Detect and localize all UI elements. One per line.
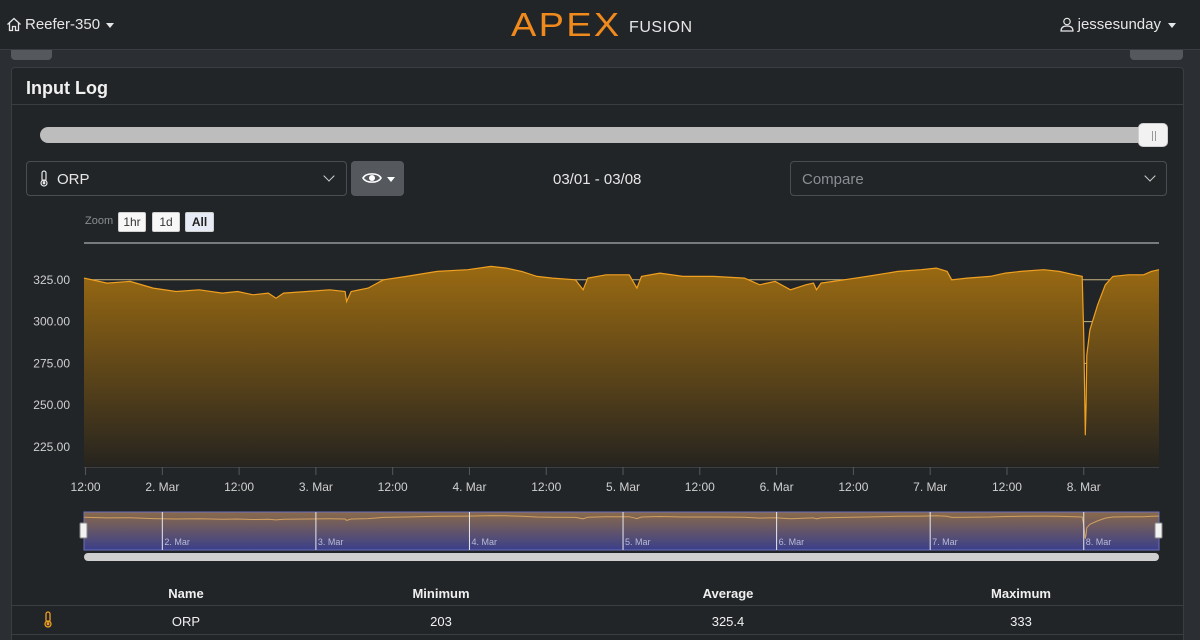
thermometer-icon	[40, 170, 48, 187]
x-tick-label: 4. Mar	[452, 480, 486, 494]
stats-header-maximum: Maximum	[991, 586, 1051, 601]
panel-title: Input Log	[26, 78, 108, 98]
x-tick-label: 12:00	[685, 480, 715, 494]
compare-select[interactable]: Compare	[790, 161, 1167, 196]
navigator-tick-label: 7. Mar	[932, 537, 958, 547]
x-tick-label: 12:00	[992, 480, 1022, 494]
input-select-value: ORP	[57, 171, 90, 188]
y-tick-label: 325.00	[33, 273, 70, 287]
x-tick-label: 3. Mar	[299, 480, 333, 494]
thermometer-icon	[44, 611, 52, 628]
visibility-toggle-button[interactable]	[351, 161, 404, 196]
y-tick-label: 225.00	[33, 440, 70, 454]
navigator-tick-label: 6. Mar	[779, 537, 805, 547]
user-icon	[1060, 17, 1074, 32]
navigator-window[interactable]	[83, 511, 1160, 551]
x-tick-label: 2. Mar	[145, 480, 179, 494]
navigator-scrollbar[interactable]	[84, 553, 1159, 561]
time-range-slider[interactable]	[40, 127, 1168, 143]
orp-area-fill	[84, 266, 1159, 467]
orp-area-chart[interactable]: 225.00 250.00 275.00 300.00 325.00 12:00 2. M…	[0, 230, 1200, 570]
input-select[interactable]: ORP	[26, 161, 347, 196]
navigator-tick-label: 2. Mar	[164, 537, 190, 547]
y-tick-label: 250.00	[33, 398, 70, 412]
top-navbar: Reefer-350 APEX FUSION jessesunday	[0, 0, 1200, 50]
back-button[interactable]	[11, 50, 52, 60]
stats-header-average: Average	[702, 586, 754, 601]
navigator-tick-label: 4. Mar	[471, 537, 497, 547]
stats-max: 333	[1010, 614, 1032, 629]
compare-placeholder: Compare	[802, 171, 864, 188]
chevron-down-icon	[106, 22, 115, 28]
stats-header-minimum: Minimum	[412, 586, 470, 601]
x-tick-label: 12:00	[838, 480, 868, 494]
zoom-label: Zoom	[85, 215, 114, 227]
x-tick-label: 12:00	[224, 480, 254, 494]
zoom-1hr-button[interactable]: 1hr	[118, 212, 146, 232]
panel-header: Input Log	[12, 68, 1183, 105]
device-menu[interactable]: Reefer-350	[6, 16, 115, 33]
chevron-down-icon	[1144, 170, 1156, 182]
eye-icon	[362, 173, 382, 183]
zoom-1d-button[interactable]: 1d	[152, 212, 180, 232]
logo-main-text: APEX	[511, 6, 622, 43]
x-tick-label: 12:00	[71, 480, 101, 494]
navigator-tick-label: 5. Mar	[625, 537, 651, 547]
x-tick-label: 7. Mar	[913, 480, 947, 494]
chevron-down-icon	[387, 177, 395, 182]
time-range-handle[interactable]	[1138, 123, 1168, 147]
navigator-tick-label: 3. Mar	[318, 537, 344, 547]
y-tick-label: 275.00	[33, 356, 70, 370]
stats-header-name: Name	[168, 586, 204, 601]
stats-min: 203	[430, 614, 452, 629]
user-menu[interactable]: jessesunday	[1060, 16, 1176, 33]
user-name: jessesunday	[1077, 16, 1161, 33]
x-tick-label: 12:00	[378, 480, 408, 494]
y-tick-label: 300.00	[33, 315, 70, 329]
home-icon	[7, 17, 21, 32]
navigator-left-handle[interactable]	[79, 522, 88, 539]
navigator-tick-label: 8. Mar	[1086, 537, 1112, 547]
x-tick-label: 8. Mar	[1067, 480, 1101, 494]
options-button[interactable]	[1130, 50, 1183, 60]
x-tick-label: 6. Mar	[760, 480, 794, 494]
stats-avg: 325.4	[711, 614, 745, 629]
x-tick-label: 5. Mar	[606, 480, 640, 494]
date-range-label: 03/01 - 03/08	[553, 171, 642, 188]
zoom-all-button[interactable]: All	[185, 212, 214, 232]
logo-sub-text: FUSION	[629, 19, 693, 36]
navigator-right-handle[interactable]	[1154, 522, 1163, 539]
device-name: Reefer-350	[25, 16, 101, 33]
chevron-down-icon	[323, 170, 335, 182]
x-tick-label: 12:00	[531, 480, 561, 494]
apex-fusion-logo[interactable]: APEX FUSION	[511, 8, 693, 42]
stats-name: ORP	[171, 614, 201, 629]
chevron-down-icon	[1168, 22, 1176, 28]
